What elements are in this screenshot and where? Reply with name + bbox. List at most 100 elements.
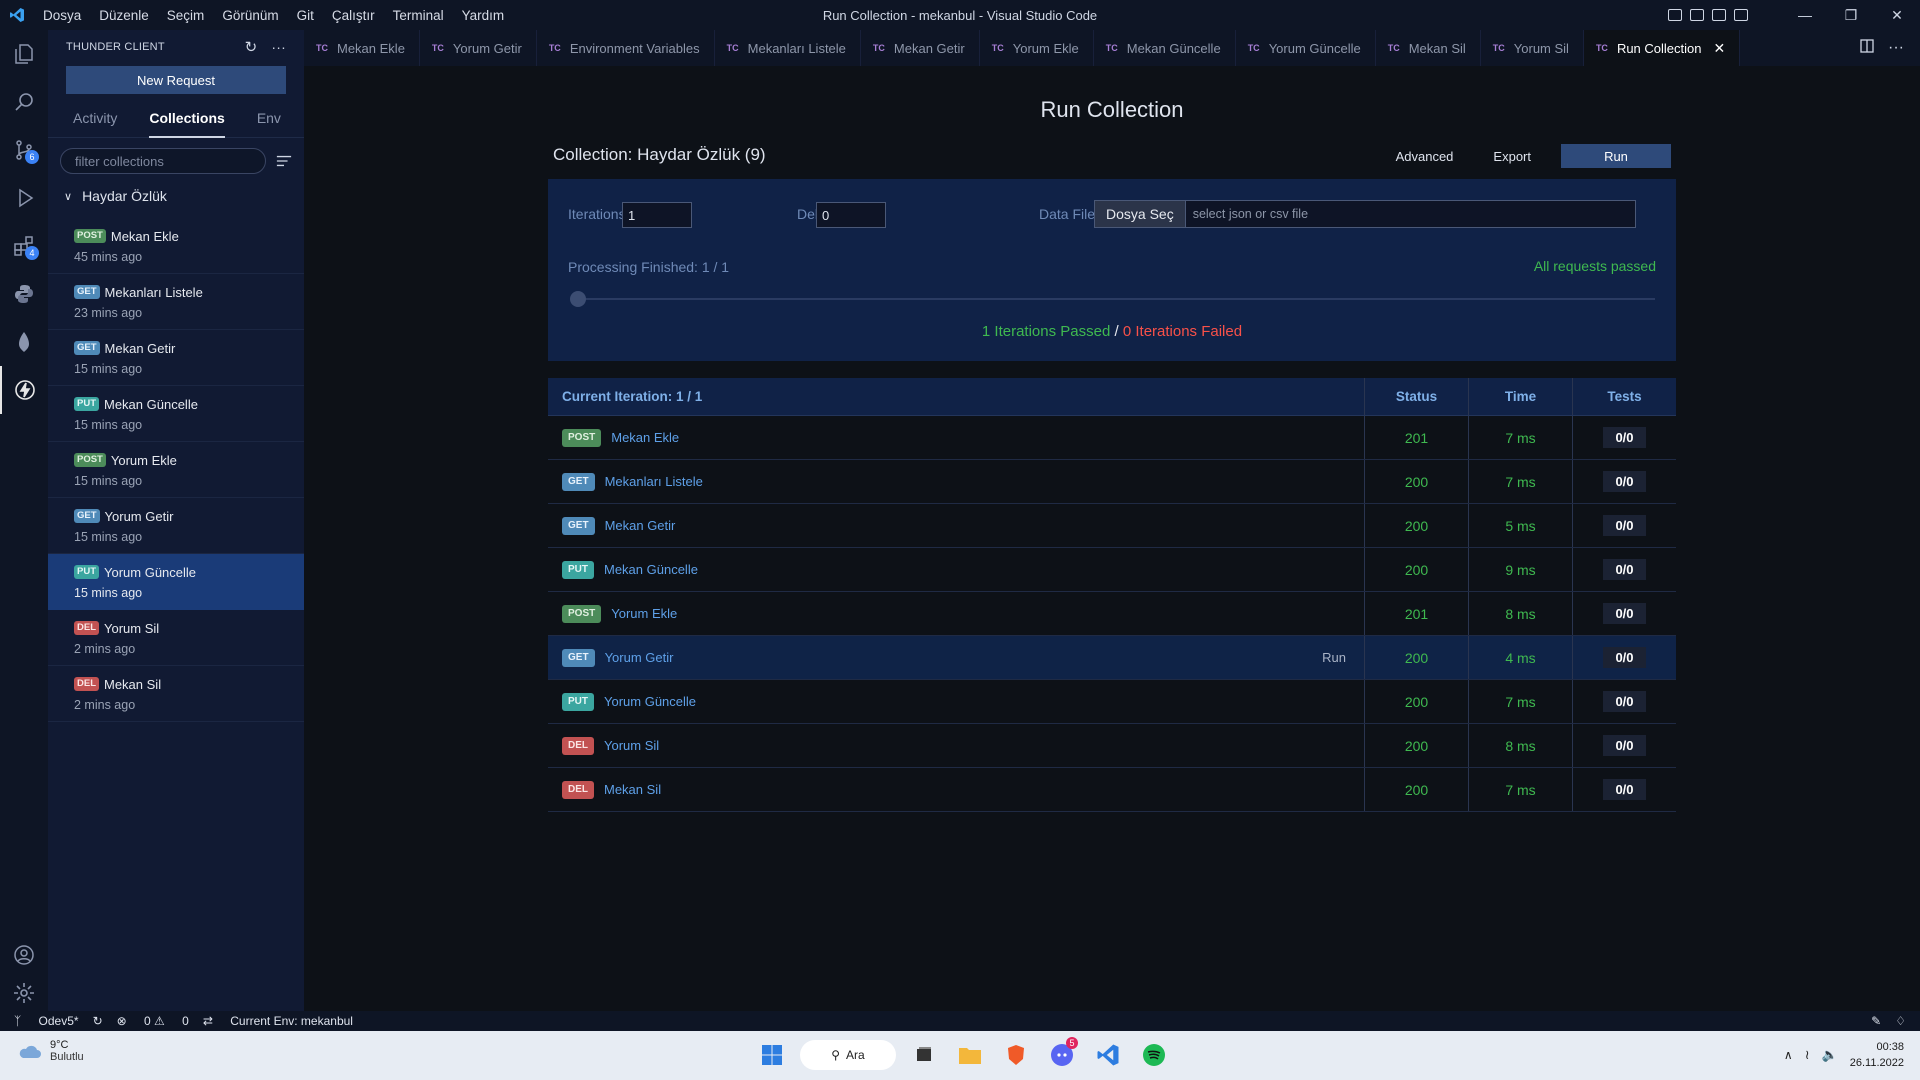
mongodb-leaf-icon[interactable]: [0, 318, 48, 366]
request-item[interactable]: GET Mekan Getir 15 mins ago: [48, 330, 304, 386]
windows-start-icon[interactable]: [754, 1037, 790, 1073]
restore-icon[interactable]: ❐: [1828, 0, 1874, 30]
discord-icon[interactable]: 5: [1044, 1037, 1080, 1073]
tab-activity[interactable]: Activity: [73, 104, 117, 137]
close-tab-icon[interactable]: ✕: [1713, 40, 1725, 57]
menu-item-6[interactable]: Çalıştır: [323, 8, 384, 23]
file-explorer-icon[interactable]: [952, 1037, 988, 1073]
result-row[interactable]: POST Yorum Ekle 201 8 ms 0/0: [548, 592, 1676, 636]
brave-browser-icon[interactable]: [998, 1037, 1034, 1073]
menu-item-2[interactable]: Düzenle: [90, 8, 158, 23]
editor-tab[interactable]: TC Mekan Ekle: [304, 30, 420, 66]
explorer-icon[interactable]: [0, 30, 48, 78]
problems[interactable]: ⊗ 0 ⚠ 0: [117, 1014, 189, 1028]
settings-gear-icon[interactable]: [0, 969, 48, 1017]
iterations-input[interactable]: 1: [622, 202, 692, 228]
request-item[interactable]: POST Yorum Ekle 15 mins ago: [48, 442, 304, 498]
editor-more-icon[interactable]: ···: [1888, 39, 1904, 57]
request-item[interactable]: DEL Yorum Sil 2 mins ago: [48, 610, 304, 666]
vscode-taskbar-icon[interactable]: [1090, 1037, 1126, 1073]
result-row[interactable]: POST Mekan Ekle 201 7 ms 0/0: [548, 416, 1676, 460]
editor-tab[interactable]: TC Mekan Güncelle: [1094, 30, 1236, 66]
choose-file-button[interactable]: Dosya Seç: [1095, 201, 1186, 227]
python-icon[interactable]: [0, 270, 48, 318]
toggle-panel-icon[interactable]: [1690, 9, 1704, 21]
run-debug-icon[interactable]: [0, 174, 48, 222]
current-env[interactable]: ⇄ Current Env: mekanbul: [203, 1014, 353, 1028]
menu-item-8[interactable]: Yardım: [453, 8, 514, 23]
wifi-icon[interactable]: ≀: [1805, 1047, 1810, 1063]
tray-chevron-up-icon[interactable]: ∧: [1784, 1048, 1793, 1062]
tab-env[interactable]: Env: [257, 104, 281, 137]
git-branch[interactable]: ᛉ Odev5*: [14, 1014, 79, 1028]
editor-tab[interactable]: TC Yorum Getir: [420, 30, 537, 66]
request-item[interactable]: DEL Mekan Sil 2 mins ago: [48, 666, 304, 722]
feedback-icon[interactable]: ✎: [1871, 1014, 1881, 1028]
editor-tab[interactable]: TC Yorum Ekle: [980, 30, 1094, 66]
delay-input[interactable]: 0: [816, 202, 886, 228]
thunder-client-icon[interactable]: [0, 366, 48, 414]
weather-widget[interactable]: 9°C Bulutlu: [16, 1039, 84, 1063]
collection-folder[interactable]: ∨ Haydar Özlük: [48, 182, 304, 210]
volume-icon[interactable]: 🔈: [1822, 1047, 1838, 1063]
spotify-icon[interactable]: [1136, 1037, 1172, 1073]
result-row[interactable]: PUT Yorum Güncelle 200 7 ms 0/0: [548, 680, 1676, 724]
taskbar-search[interactable]: ⚲ Ara: [800, 1040, 896, 1070]
toggle-secondary-sidebar-icon[interactable]: [1712, 9, 1726, 21]
sort-menu-icon[interactable]: [276, 154, 292, 168]
request-item[interactable]: GET Yorum Getir 15 mins ago: [48, 498, 304, 554]
extensions-icon[interactable]: 4: [0, 222, 48, 270]
filter-collections-input[interactable]: filter collections: [60, 148, 266, 174]
more-actions-icon[interactable]: ···: [271, 39, 286, 55]
minimize-icon[interactable]: —: [1782, 0, 1828, 30]
source-control-icon[interactable]: 6: [0, 126, 48, 174]
editor-tab[interactable]: TC Run Collection ✕: [1583, 30, 1741, 66]
result-request-name[interactable]: Yorum Sil: [604, 738, 659, 753]
result-request-name[interactable]: Mekan Ekle: [611, 430, 679, 445]
export-button[interactable]: Export: [1493, 149, 1531, 164]
result-request-name[interactable]: Mekan Güncelle: [604, 562, 698, 577]
refresh-icon[interactable]: ↻: [245, 38, 258, 56]
notifications-bell-icon[interactable]: ♢: [1895, 1014, 1906, 1028]
menu-item-1[interactable]: Dosya: [34, 8, 90, 23]
request-item[interactable]: POST Mekan Ekle 45 mins ago: [48, 218, 304, 274]
clock[interactable]: 00:38 26.11.2022: [1850, 1039, 1904, 1071]
search-icon[interactable]: [0, 78, 48, 126]
result-request-name[interactable]: Mekanları Listele: [605, 474, 703, 489]
customize-layout-icon[interactable]: [1734, 9, 1748, 21]
result-request-name[interactable]: Yorum Getir: [605, 650, 674, 665]
result-row[interactable]: DEL Mekan Sil 200 7 ms 0/0: [548, 768, 1676, 812]
editor-tab[interactable]: TC Mekan Sil: [1376, 30, 1481, 66]
result-row[interactable]: GET Yorum Getir Run 200 4 ms 0/0: [548, 636, 1676, 680]
result-request-name[interactable]: Yorum Güncelle: [604, 694, 696, 709]
editor-tab[interactable]: TC Yorum Sil: [1481, 30, 1584, 66]
result-request-name[interactable]: Yorum Ekle: [611, 606, 677, 621]
editor-tab[interactable]: TC Yorum Güncelle: [1236, 30, 1376, 66]
toggle-sidebar-icon[interactable]: [1668, 9, 1682, 21]
sync-icon[interactable]: ↻: [93, 1014, 103, 1028]
result-row[interactable]: PUT Mekan Güncelle 200 9 ms 0/0: [548, 548, 1676, 592]
run-request-link[interactable]: Run: [1322, 650, 1346, 665]
request-item[interactable]: PUT Yorum Güncelle 15 mins ago: [48, 554, 304, 610]
result-request-name[interactable]: Mekan Sil: [604, 782, 661, 797]
editor-tab[interactable]: TC Mekan Getir: [861, 30, 980, 66]
result-row[interactable]: GET Mekanları Listele 200 7 ms 0/0: [548, 460, 1676, 504]
editor-tab[interactable]: TC Mekanları Listele: [715, 30, 861, 66]
split-editor-icon[interactable]: [1860, 38, 1874, 58]
menu-item-4[interactable]: Görünüm: [213, 8, 287, 23]
result-request-name[interactable]: Mekan Getir: [605, 518, 676, 533]
close-window-icon[interactable]: ✕: [1874, 0, 1920, 30]
new-request-button[interactable]: New Request: [66, 66, 286, 94]
advanced-button[interactable]: Advanced: [1396, 149, 1454, 164]
task-view-icon[interactable]: [906, 1037, 942, 1073]
editor-tab[interactable]: TC Environment Variables: [537, 30, 715, 66]
menu-item-5[interactable]: Git: [288, 8, 323, 23]
result-row[interactable]: GET Mekan Getir 200 5 ms 0/0: [548, 504, 1676, 548]
run-button[interactable]: Run: [1561, 144, 1671, 168]
tab-collections[interactable]: Collections: [149, 104, 225, 138]
request-item[interactable]: PUT Mekan Güncelle 15 mins ago: [48, 386, 304, 442]
menu-item-3[interactable]: Seçim: [158, 8, 214, 23]
request-item[interactable]: GET Mekanları Listele 23 mins ago: [48, 274, 304, 330]
result-row[interactable]: DEL Yorum Sil 200 8 ms 0/0: [548, 724, 1676, 768]
menu-item-7[interactable]: Terminal: [384, 8, 453, 23]
